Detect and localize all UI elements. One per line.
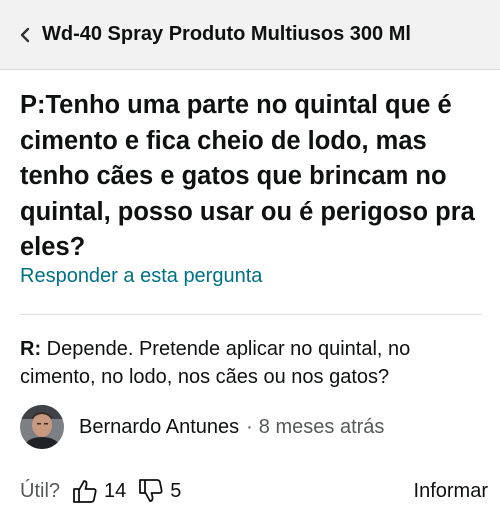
- author-name[interactable]: Bernardo Antunes: [79, 416, 239, 439]
- vote-row: Útil? 14 5 Informar: [20, 474, 488, 508]
- answer-time: 8 meses atrás: [258, 415, 385, 438]
- useful-label: Útil?: [20, 479, 61, 502]
- chevron-left-icon: [14, 24, 36, 46]
- avatar[interactable]: [20, 405, 64, 449]
- meta-separator: ·: [246, 415, 253, 438]
- upvote-button[interactable]: 14: [72, 478, 126, 504]
- answer-prefix: R:: [20, 338, 42, 360]
- question-text: P:Tenho uma parte no quintal que é cimen…: [20, 91, 475, 261]
- answer-author-row: Bernardo Antunes · 8 meses atrás: [20, 404, 384, 450]
- divider: [20, 314, 482, 315]
- back-link[interactable]: Wd-40 Spray Produto Multiusos 300 Ml: [0, 23, 411, 46]
- report-button[interactable]: Informar: [414, 480, 488, 503]
- thumbs-down-icon: [138, 478, 164, 504]
- downvote-count: 5: [170, 479, 182, 502]
- answer-text: R: Depende. Pretende aplicar no quintal,…: [20, 335, 480, 391]
- upvote-count: 14: [104, 479, 127, 502]
- downvote-button[interactable]: 5: [138, 478, 181, 504]
- thumbs-up-icon: [72, 478, 98, 504]
- answer-question-link[interactable]: Responder a esta pergunta: [20, 265, 262, 288]
- top-bar: Wd-40 Spray Produto Multiusos 300 Ml: [0, 0, 500, 70]
- answer-body: Depende. Pretende aplicar no quintal, no…: [20, 338, 411, 388]
- product-title: Wd-40 Spray Produto Multiusos 300 Ml: [42, 23, 411, 45]
